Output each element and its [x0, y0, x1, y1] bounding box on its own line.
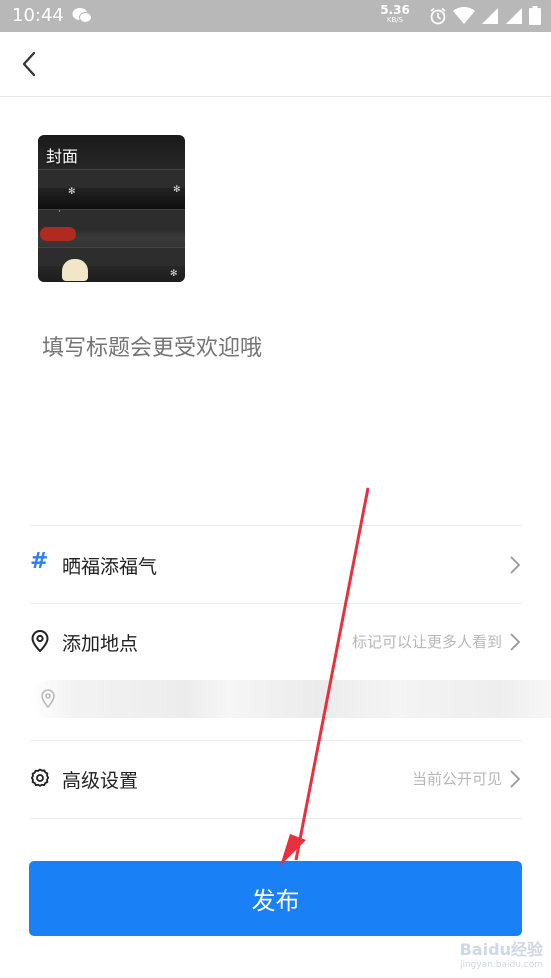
location-pin-icon — [31, 630, 49, 652]
alarm-icon — [430, 7, 446, 24]
top-bar — [0, 32, 551, 97]
chevron-right-icon — [510, 556, 521, 574]
battery-icon — [529, 6, 541, 25]
watermark-brand: Baidu经验 — [459, 940, 543, 959]
back-arrow-icon — [22, 51, 36, 77]
snowflake-icon: ✻ — [170, 269, 178, 279]
location-label: 添加地点 — [62, 633, 139, 655]
cover-keyboard-row — [38, 247, 185, 266]
snowflake-icon: ✻ — [173, 185, 181, 195]
snowflake-icon: ✻ — [68, 187, 76, 197]
gear-icon — [30, 768, 50, 787]
signal-icon — [506, 7, 522, 24]
topic-row[interactable]: # 晒福添福气 — [30, 537, 522, 593]
advanced-settings-row[interactable]: 高级设置 当前公开可见 — [30, 751, 522, 807]
wifi-icon — [453, 6, 475, 24]
chevron-right-icon — [510, 633, 521, 651]
location-hint: 标记可以让更多人看到 — [351, 633, 502, 651]
signal-icon — [482, 7, 498, 24]
topic-label: 晒福添福气 — [62, 556, 158, 578]
network-speed: 5.36 KB/S — [380, 4, 410, 24]
chevron-right-icon — [510, 770, 521, 788]
cover-image[interactable]: ✻ ✻ · ✻ 封面 — [38, 135, 185, 282]
divider — [30, 740, 522, 741]
hash-icon: # — [30, 549, 49, 574]
divider — [30, 818, 522, 819]
cover-label: 封面 — [46, 147, 79, 166]
network-speed-value: 5.36 — [380, 3, 410, 17]
location-row[interactable]: 添加地点 标记可以让更多人看到 — [30, 614, 522, 670]
wechat-icon — [72, 7, 92, 28]
cover-decoration — [40, 227, 76, 241]
cover-keyboard-row — [38, 169, 185, 188]
network-speed-unit: KB/S — [386, 16, 404, 24]
watermark-url: jingyan.baidu.com — [459, 960, 543, 970]
status-time: 10:44 — [12, 5, 64, 26]
visibility-hint: 当前公开可见 — [411, 770, 502, 788]
back-button[interactable] — [16, 50, 44, 78]
snowflake-icon: · — [58, 207, 61, 217]
location-pin-icon — [41, 689, 55, 709]
divider — [30, 603, 522, 604]
cover-figure — [62, 259, 88, 281]
title-input[interactable] — [40, 330, 514, 366]
baidu-watermark: Baidu经验 jingyan.baidu.com — [460, 936, 543, 970]
divider — [30, 525, 522, 526]
publish-button[interactable]: 发布 — [29, 861, 522, 936]
status-icons — [429, 6, 541, 25]
advanced-settings-label: 高级设置 — [62, 770, 139, 792]
location-suggestion-chip[interactable] — [30, 680, 551, 718]
status-bar: 10:44 5.36 KB/S — [0, 0, 551, 32]
